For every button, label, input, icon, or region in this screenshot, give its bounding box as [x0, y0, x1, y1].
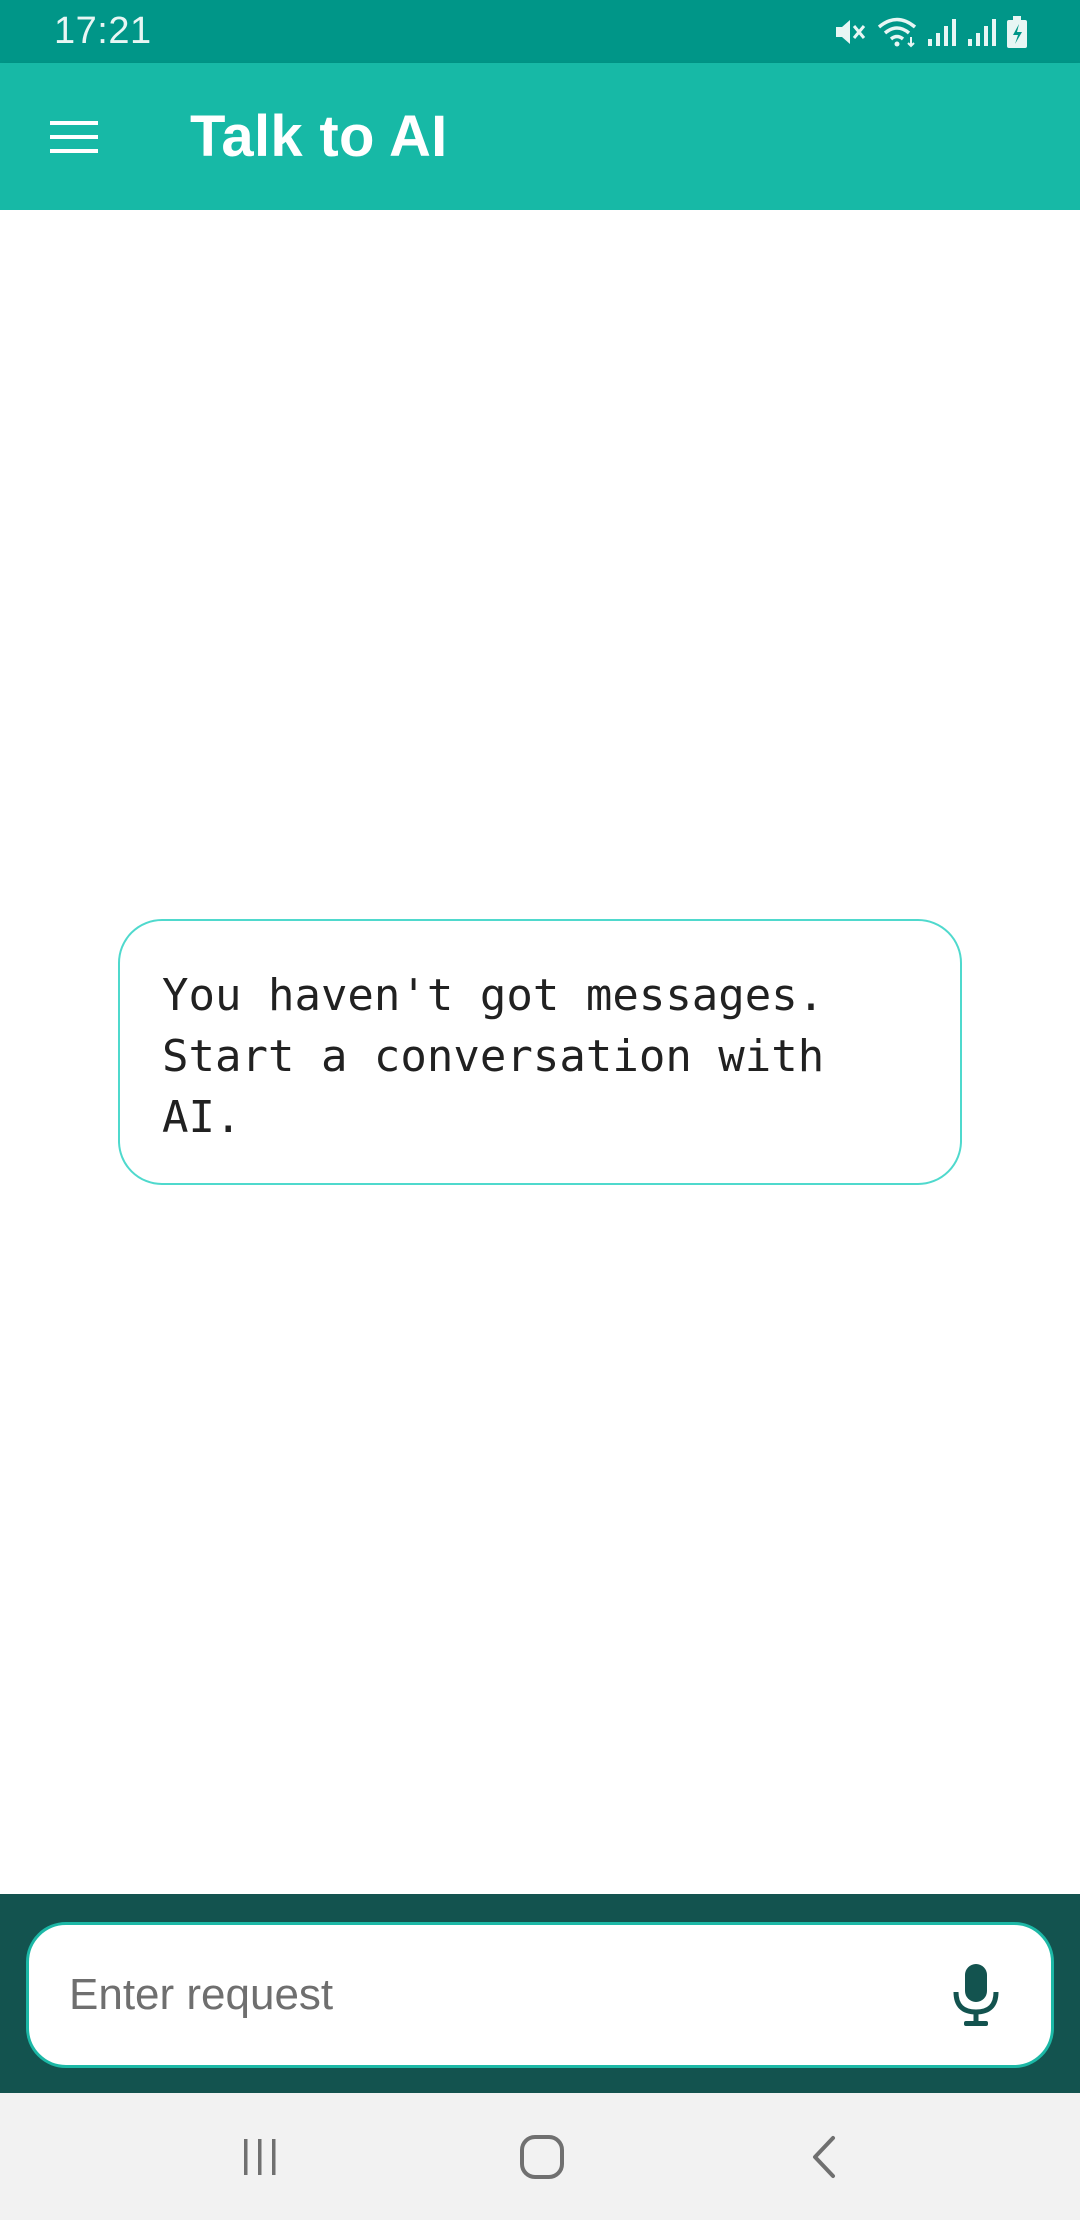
back-icon — [813, 2135, 835, 2178]
status-bar: 17:21 — [0, 0, 1080, 63]
system-nav-bar — [0, 2093, 1080, 2220]
status-icons — [832, 15, 1028, 49]
request-input[interactable] — [69, 1955, 931, 2035]
wifi-icon — [876, 15, 918, 49]
signal-icon — [926, 17, 958, 47]
empty-state-message: You haven't got messages. Start a conver… — [162, 970, 825, 1143]
home-button[interactable] — [462, 2093, 622, 2220]
microphone-icon — [953, 1964, 999, 2026]
recent-apps-button[interactable] — [180, 2093, 340, 2220]
menu-button[interactable] — [0, 63, 150, 210]
status-time: 17:21 — [54, 10, 152, 52]
home-icon — [520, 2134, 564, 2179]
message-list[interactable]: You haven't got messages. Start a conver… — [0, 210, 1080, 1894]
app-bar: Talk to AI — [0, 63, 1080, 210]
mic-button[interactable] — [931, 1950, 1021, 2040]
empty-state-card: You haven't got messages. Start a conver… — [118, 919, 962, 1185]
input-bar — [0, 1894, 1080, 2093]
signal-icon — [966, 17, 998, 47]
battery-charging-icon — [1006, 15, 1028, 49]
recent-apps-icon — [244, 2138, 276, 2175]
back-button[interactable] — [744, 2093, 904, 2220]
app-title: Talk to AI — [190, 104, 448, 169]
hamburger-menu-icon — [49, 120, 98, 153]
mute-icon — [832, 15, 868, 49]
request-field — [26, 1922, 1054, 2068]
